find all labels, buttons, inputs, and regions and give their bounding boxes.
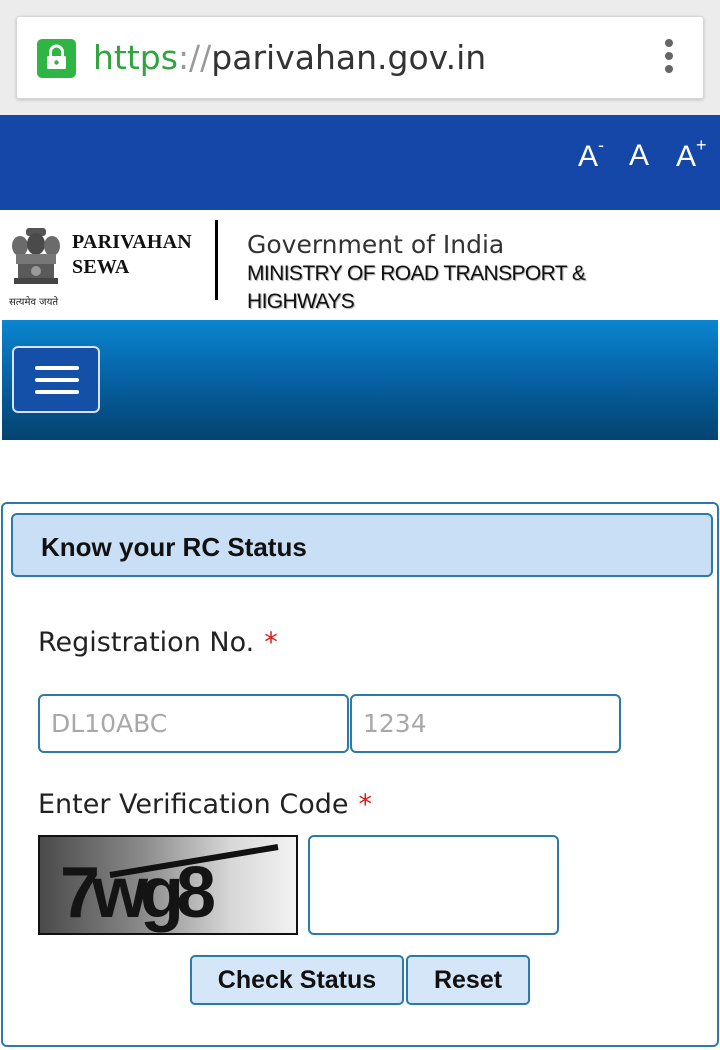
font-normal-button[interactable]: A [629, 139, 649, 173]
ministry-title: MINISTRY OF ROAD TRANSPORT & HIGHWAYS [247, 262, 586, 313]
verification-code-input[interactable] [308, 835, 559, 935]
browser-toolbar: https://parivahan.gov.in [0, 0, 720, 115]
url-scheme: https [93, 38, 178, 77]
accessibility-bar: A- A A+ [0, 115, 720, 210]
registration-label: Registration No. * [38, 627, 278, 658]
url-text: https://parivahan.gov.in [93, 35, 486, 81]
captcha-text: 7wg8 [60, 853, 214, 933]
verification-label: Enter Verification Code * [38, 789, 372, 820]
address-bar[interactable]: https://parivahan.gov.in [16, 16, 704, 99]
hamburger-icon [35, 366, 79, 370]
emblem-caption: सत्यमेव जयते [9, 297, 59, 308]
rc-status-panel: Know your RC Status Registration No.* En… [1, 502, 719, 1047]
registration-part2-input[interactable] [350, 694, 621, 753]
brand-line2: SEWA [72, 256, 130, 278]
captcha-image: 7wg8 [38, 835, 298, 935]
more-vert-icon[interactable] [663, 39, 675, 79]
header-divider [215, 220, 218, 300]
font-decrease-button[interactable]: A- [578, 135, 604, 174]
brand-line1: PARIVAHAN [72, 231, 192, 253]
registration-part1-input[interactable] [38, 694, 349, 753]
check-status-button[interactable]: Check Status [190, 955, 404, 1005]
panel-header: Know your RC Status [11, 513, 713, 577]
national-emblem-icon: सत्यमेव जयते [8, 224, 64, 308]
hamburger-menu-button[interactable] [12, 346, 100, 413]
required-mark: * [264, 627, 278, 658]
brand-logo[interactable]: PARIVAHAN SEWA [72, 230, 192, 280]
lock-icon[interactable] [37, 39, 76, 78]
url-separator: :// [177, 38, 212, 77]
reset-button[interactable]: Reset [406, 955, 530, 1005]
nav-bar [2, 320, 718, 440]
panel-title: Know your RC Status [41, 532, 307, 562]
url-host: parivahan.gov.in [211, 38, 487, 77]
font-increase-button[interactable]: A+ [676, 135, 707, 174]
gov-title: Government of India [247, 230, 505, 259]
required-mark: * [358, 789, 372, 820]
site-header: सत्यमेव जयते PARIVAHAN SEWA Government o… [0, 210, 720, 320]
